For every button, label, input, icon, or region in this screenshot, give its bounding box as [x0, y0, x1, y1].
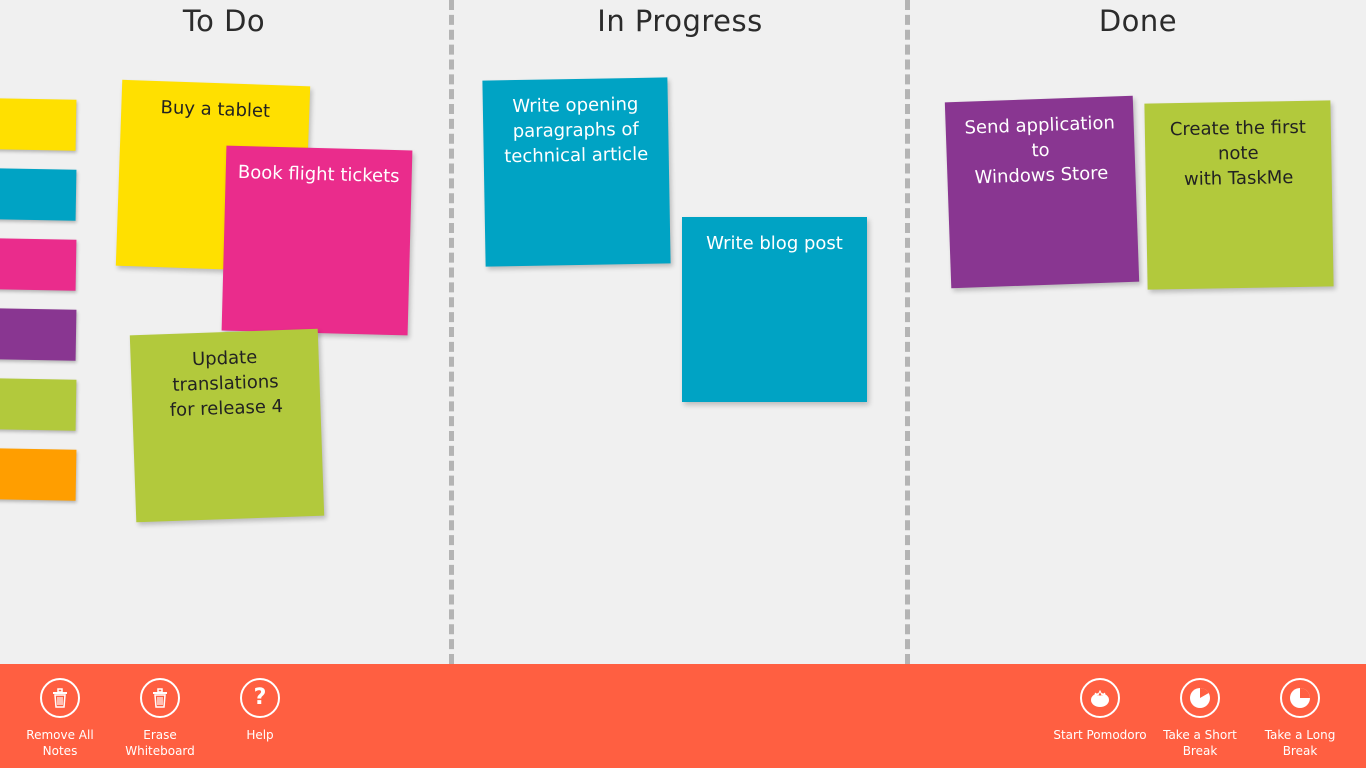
column-title-done: Done: [1098, 4, 1178, 38]
button-circle: [1280, 678, 1320, 718]
trash-icon: [53, 688, 67, 708]
note-text: Book flight tickets: [237, 161, 400, 188]
button-label: Remove All Notes: [26, 728, 94, 758]
button-circle: [140, 678, 180, 718]
column-divider: [449, 0, 454, 664]
palette-swatch-pink[interactable]: [0, 238, 77, 291]
button-label: Erase Whiteboard: [125, 728, 195, 758]
column-divider: [905, 0, 910, 664]
palette-swatch-green[interactable]: [0, 378, 77, 431]
app-bar: Remove All Notes Erase Whiteboard ? Help: [0, 664, 1366, 768]
note-text: Create the first note with TaskMe: [1169, 116, 1306, 190]
palette-swatch-blue[interactable]: [0, 168, 77, 221]
note-text: Update translations for release 4: [169, 346, 284, 421]
button-label: Take a Long Break: [1264, 728, 1336, 758]
erase-whiteboard-button[interactable]: Erase Whiteboard: [110, 678, 210, 759]
sticky-note-update-translations[interactable]: Update translations for release 4: [129, 328, 325, 523]
column-title-in-progress: In Progress: [597, 4, 763, 38]
button-circle: [40, 678, 80, 718]
button-circle: ?: [240, 678, 280, 718]
sticky-note-first-note[interactable]: Create the first note with TaskMe: [1144, 100, 1334, 290]
short-break-button[interactable]: Take a Short Break: [1150, 678, 1250, 759]
note-text: Send application to Windows Store: [964, 112, 1116, 189]
trash-icon: [153, 688, 167, 708]
note-text: Buy a tablet: [160, 97, 271, 122]
palette-swatch-purple[interactable]: [0, 308, 77, 361]
note-text: Write blog post: [706, 233, 843, 254]
help-button[interactable]: ? Help: [210, 678, 310, 743]
help-icon: ?: [253, 685, 267, 710]
short-break-icon: [1190, 687, 1210, 708]
sticky-note-blog-post[interactable]: Write blog post: [682, 217, 867, 402]
tomato-icon: [1091, 689, 1109, 707]
palette-swatch-orange[interactable]: [0, 448, 77, 501]
palette-swatch-yellow[interactable]: [0, 98, 77, 151]
note-text: Write opening paragraphs of technical ar…: [504, 93, 649, 168]
whiteboard: To Do In Progress Done Buy a tablet Book…: [0, 0, 1366, 664]
button-label: Start Pomodoro: [1053, 728, 1147, 742]
sticky-note-windows-store[interactable]: Send application to Windows Store: [944, 95, 1140, 289]
remove-all-notes-button[interactable]: Remove All Notes: [10, 678, 110, 759]
start-pomodoro-button[interactable]: Start Pomodoro: [1050, 678, 1150, 743]
sticky-note-technical-article[interactable]: Write opening paragraphs of technical ar…: [482, 77, 671, 267]
column-title-todo: To Do: [182, 4, 266, 38]
sticky-note-book-flight[interactable]: Book flight tickets: [221, 145, 413, 336]
button-circle: [1180, 678, 1220, 718]
long-break-icon: [1290, 688, 1310, 708]
long-break-button[interactable]: Take a Long Break: [1250, 678, 1350, 759]
button-label: Help: [246, 728, 274, 742]
button-label: Take a Short Break: [1163, 728, 1237, 758]
button-circle: [1080, 678, 1120, 718]
